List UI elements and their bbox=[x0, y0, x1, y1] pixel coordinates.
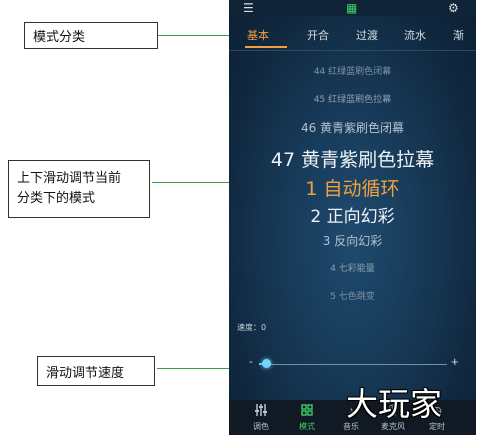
callout-speed-text: 滑动调节速度 bbox=[46, 365, 125, 381]
speed-slider[interactable]: - + bbox=[229, 354, 476, 372]
mode-category-tabs: 基本 开合 过渡 流水 渐 bbox=[229, 22, 476, 48]
mode-item[interactable]: 45 红绿蓝刷色拉幕 bbox=[229, 92, 476, 105]
slider-track[interactable] bbox=[259, 364, 447, 365]
tab-open-close[interactable]: 开合 bbox=[307, 27, 329, 43]
tabs-divider bbox=[229, 50, 476, 51]
menu-icon[interactable]: ☰ bbox=[243, 1, 254, 15]
mode-item[interactable]: 44 红绿蓝刷色闭幕 bbox=[229, 64, 476, 77]
mode-item[interactable]: 46 黄青紫刷色闭幕 bbox=[229, 119, 476, 136]
grid-icon[interactable]: ▦ bbox=[346, 1, 357, 15]
mode-picker[interactable]: 44 红绿蓝刷色闭幕 45 红绿蓝刷色拉幕 46 黄青紫刷色闭幕 47 黄青紫刷色拉幕… bbox=[229, 56, 476, 316]
tab-basic[interactable]: 基本 bbox=[247, 27, 269, 43]
tab-flow[interactable]: 流水 bbox=[404, 27, 426, 43]
slider-thumb[interactable] bbox=[262, 359, 271, 368]
tab-gradient[interactable]: 渐 bbox=[453, 27, 464, 43]
sliders-icon bbox=[241, 404, 281, 418]
mode-item[interactable]: 4 七彩能量 bbox=[229, 261, 476, 274]
grid-icon bbox=[287, 404, 327, 418]
callout-mode-category-text: 模式分类 bbox=[33, 30, 86, 45]
watermark: 大玩家 bbox=[346, 385, 443, 423]
speed-plus[interactable]: + bbox=[451, 354, 459, 369]
top-bar: ☰ ▦ ⚙ bbox=[229, 0, 476, 16]
gear-icon[interactable]: ⚙ bbox=[448, 1, 459, 15]
callout-swipe-line2: 分类下的模式 bbox=[17, 191, 96, 206]
active-tab-indicator bbox=[245, 46, 287, 48]
phone-screen: ☰ ▦ ⚙ 基本 开合 过渡 流水 渐 44 红绿蓝刷色闭幕 45 红绿蓝刷色拉幕… bbox=[229, 0, 476, 435]
tab-transition[interactable]: 过渡 bbox=[356, 27, 378, 43]
callout-mode-category: 模式分类 bbox=[24, 22, 158, 49]
mode-item-selected[interactable]: 1 自动循环 bbox=[229, 174, 476, 201]
nav-mode[interactable]: 模式 bbox=[287, 404, 327, 432]
speed-minus[interactable]: - bbox=[249, 356, 253, 368]
mode-item[interactable]: 47 黄青紫刷色拉幕 bbox=[229, 145, 476, 172]
nav-mode-label: 模式 bbox=[299, 422, 315, 431]
callout-speed: 滑动调节速度 bbox=[37, 356, 155, 386]
arrow-speed bbox=[157, 364, 238, 372]
nav-color-label: 调色 bbox=[253, 422, 269, 431]
mode-item[interactable]: 3 反向幻彩 bbox=[229, 232, 476, 249]
nav-color[interactable]: 调色 bbox=[241, 404, 281, 432]
callout-swipe-line1: 上下滑动调节当前 bbox=[17, 171, 122, 186]
mode-item[interactable]: 5 七色跳变 bbox=[229, 289, 476, 302]
mode-item[interactable]: 2 正向幻彩 bbox=[229, 202, 476, 227]
callout-swipe-mode: 上下滑动调节当前 分类下的模式 bbox=[8, 160, 150, 218]
speed-label: 速度：0 bbox=[237, 323, 267, 332]
